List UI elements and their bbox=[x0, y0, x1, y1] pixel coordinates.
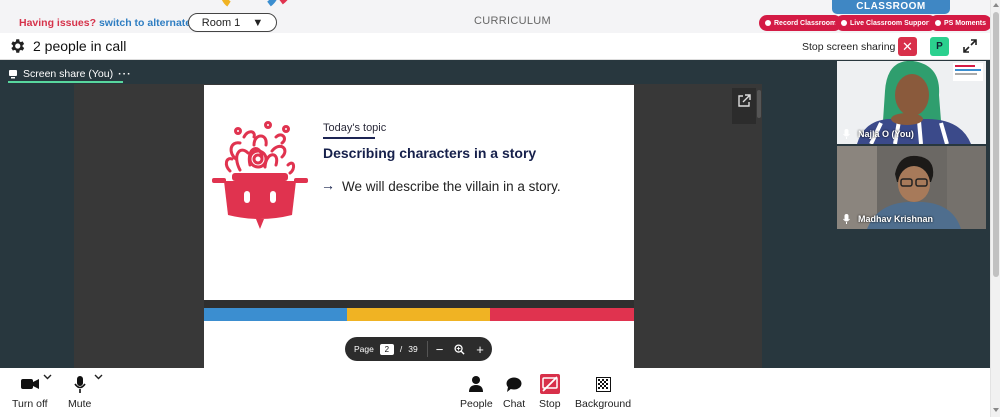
stripe-blue bbox=[204, 308, 347, 321]
slide-text: We will describe the villain in a story. bbox=[342, 179, 561, 194]
page-scrollbar[interactable] bbox=[990, 0, 1000, 417]
mute-button[interactable]: Mute bbox=[68, 374, 91, 410]
arrow-right-icon: → bbox=[321, 177, 335, 193]
mute-label: Mute bbox=[68, 398, 92, 410]
record-classroom-label: Record Classroom bbox=[774, 19, 837, 27]
moments-dot-icon bbox=[935, 20, 941, 26]
people-icon bbox=[469, 374, 484, 394]
chat-label: Chat bbox=[503, 398, 526, 410]
room-select-value: Room 1 bbox=[201, 16, 241, 29]
stripe-pink bbox=[490, 308, 634, 321]
screen-share-tab-label: Screen share (You) bbox=[23, 68, 114, 80]
main-stage: Screen share (You) ··· Today's topic Des… bbox=[0, 60, 990, 368]
app-window: Having issues? switch to alternate room … bbox=[0, 0, 1000, 417]
expand-icon[interactable] bbox=[963, 39, 977, 53]
chat-button[interactable]: Chat bbox=[503, 374, 525, 410]
participant-name-label: Najla O (You) bbox=[858, 129, 914, 139]
participant-name-label: Madhav Krishnan bbox=[858, 214, 934, 224]
slide-title: Describing characters in a story bbox=[323, 145, 537, 161]
top-strip: Having issues? switch to alternate room … bbox=[0, 0, 993, 33]
chevron-down-icon[interactable] bbox=[43, 374, 52, 380]
viewer-scrollbar[interactable] bbox=[757, 90, 761, 118]
microphone-icon bbox=[843, 214, 850, 224]
stop-screen-sharing-label: Stop screen sharing bbox=[802, 41, 896, 53]
document-viewer[interactable]: Today's topic Describing characters in a… bbox=[74, 84, 762, 368]
scroll-up-arrow-icon[interactable] bbox=[993, 3, 999, 7]
support-dot-icon bbox=[841, 20, 847, 26]
people-button[interactable]: People bbox=[460, 374, 493, 410]
open-external-button[interactable] bbox=[732, 88, 756, 124]
participant-video-tile[interactable]: Najla O (You) bbox=[837, 61, 986, 144]
live-classroom-support-button[interactable]: Live Classroom Support bbox=[835, 15, 937, 31]
page-separator: / bbox=[399, 344, 403, 354]
background-label: Background bbox=[575, 398, 632, 410]
participant-video-tile[interactable]: Madhav Krishnan bbox=[837, 146, 986, 229]
caret-down-icon: ▼ bbox=[252, 16, 264, 29]
stripe-yellow bbox=[347, 308, 490, 321]
call-title: 2 people in call bbox=[33, 38, 127, 54]
slide-page: Today's topic Describing characters in a… bbox=[204, 85, 634, 300]
stop-screen-share-icon bbox=[539, 374, 560, 394]
call-header: 2 people in call Stop screen sharing ✕ P bbox=[0, 33, 990, 60]
page-label: Page bbox=[354, 344, 374, 354]
scroll-down-arrow-icon[interactable] bbox=[993, 408, 999, 412]
avatar[interactable]: P bbox=[930, 37, 949, 56]
more-options-icon[interactable]: ··· bbox=[118, 68, 132, 80]
divider bbox=[426, 341, 428, 357]
chat-bubble-icon bbox=[506, 374, 522, 394]
video-camera-icon bbox=[20, 374, 39, 394]
record-classroom-button[interactable]: Record Classroom bbox=[759, 15, 843, 31]
zoom-magnifier-icon[interactable] bbox=[454, 343, 465, 355]
curriculum-tab[interactable]: CURRICULUM bbox=[474, 15, 551, 27]
chevron-down-icon[interactable] bbox=[94, 374, 103, 380]
stop-sharing-close-button[interactable]: ✕ bbox=[898, 37, 917, 56]
participant-name: Najla O (You) bbox=[843, 129, 914, 139]
people-label: People bbox=[460, 398, 493, 410]
microphone-icon bbox=[843, 129, 850, 139]
scrollbar-thumb[interactable] bbox=[993, 12, 999, 277]
classroom-tab[interactable]: CLASSROOM bbox=[832, 0, 950, 14]
topic-label: Today's topic bbox=[323, 122, 387, 134]
screen-share-icon bbox=[9, 70, 17, 79]
page-gap bbox=[204, 300, 634, 308]
active-tab-indicator bbox=[8, 81, 123, 83]
issue-prefix: Having issues? bbox=[19, 17, 97, 29]
zoom-out-button[interactable]: − bbox=[436, 343, 444, 356]
record-dot-icon bbox=[765, 20, 771, 26]
topic-underline bbox=[323, 137, 375, 139]
gear-icon[interactable] bbox=[8, 37, 26, 55]
page-number-input[interactable]: 2 bbox=[379, 343, 394, 355]
mascot-illustration bbox=[212, 121, 308, 229]
close-icon: ✕ bbox=[902, 39, 913, 54]
ps-moments-button[interactable]: PS Moments bbox=[929, 15, 993, 31]
camera-toggle-label: Turn off bbox=[12, 398, 48, 410]
background-blur-icon bbox=[595, 374, 611, 394]
zoom-in-button[interactable]: + bbox=[476, 343, 484, 356]
live-classroom-support-label: Live Classroom Support bbox=[850, 19, 931, 27]
page-total: 39 bbox=[408, 344, 418, 354]
background-button[interactable]: Background bbox=[575, 374, 631, 410]
room-select[interactable]: Room 1 ▼ bbox=[188, 13, 277, 32]
participant-name: Madhav Krishnan bbox=[843, 214, 933, 224]
page-controls: Page 2 / 39 − + bbox=[345, 337, 492, 361]
microphone-icon bbox=[74, 374, 86, 394]
stop-sharing-button[interactable]: Stop bbox=[539, 374, 561, 410]
open-external-icon bbox=[738, 94, 751, 107]
stop-label: Stop bbox=[539, 398, 561, 410]
ps-moments-label: PS Moments bbox=[944, 19, 987, 27]
call-toolbar: Turn off Mute People Chat Stop Backgroun… bbox=[0, 368, 990, 417]
